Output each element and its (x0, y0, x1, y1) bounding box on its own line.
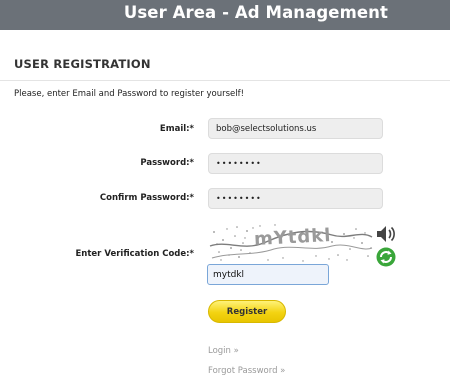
verification-label: Enter Verification Code:* (75, 249, 195, 259)
captcha-image: mYtdkl (208, 222, 374, 264)
registration-page: User Area - Ad Management USER REGISTRAT… (0, 0, 450, 386)
confirm-password-label: Confirm Password:* (99, 193, 194, 203)
confirm-password-field[interactable] (208, 188, 383, 209)
page-header-title: User Area - Ad Management (123, 3, 388, 22)
password-field[interactable] (208, 153, 383, 174)
header-bar: User Area - Ad Management (0, 0, 450, 30)
divider (0, 80, 450, 81)
captcha-text: mYtdkl (253, 224, 332, 251)
login-link[interactable]: Login » (208, 346, 239, 356)
refresh-icon[interactable] (374, 246, 398, 268)
email-label: Email:* (159, 124, 194, 134)
header-right-fill (388, 0, 450, 30)
verification-code-input[interactable] (207, 264, 329, 285)
intro-text: Please, enter Email and Password to regi… (14, 89, 244, 99)
section-title: USER REGISTRATION (14, 57, 151, 71)
password-label: Password:* (140, 158, 194, 168)
forgot-password-link[interactable]: Forgot Password » (208, 366, 285, 376)
speaker-icon[interactable] (374, 223, 398, 245)
email-field[interactable] (208, 118, 383, 139)
register-button[interactable]: Register (208, 300, 286, 323)
